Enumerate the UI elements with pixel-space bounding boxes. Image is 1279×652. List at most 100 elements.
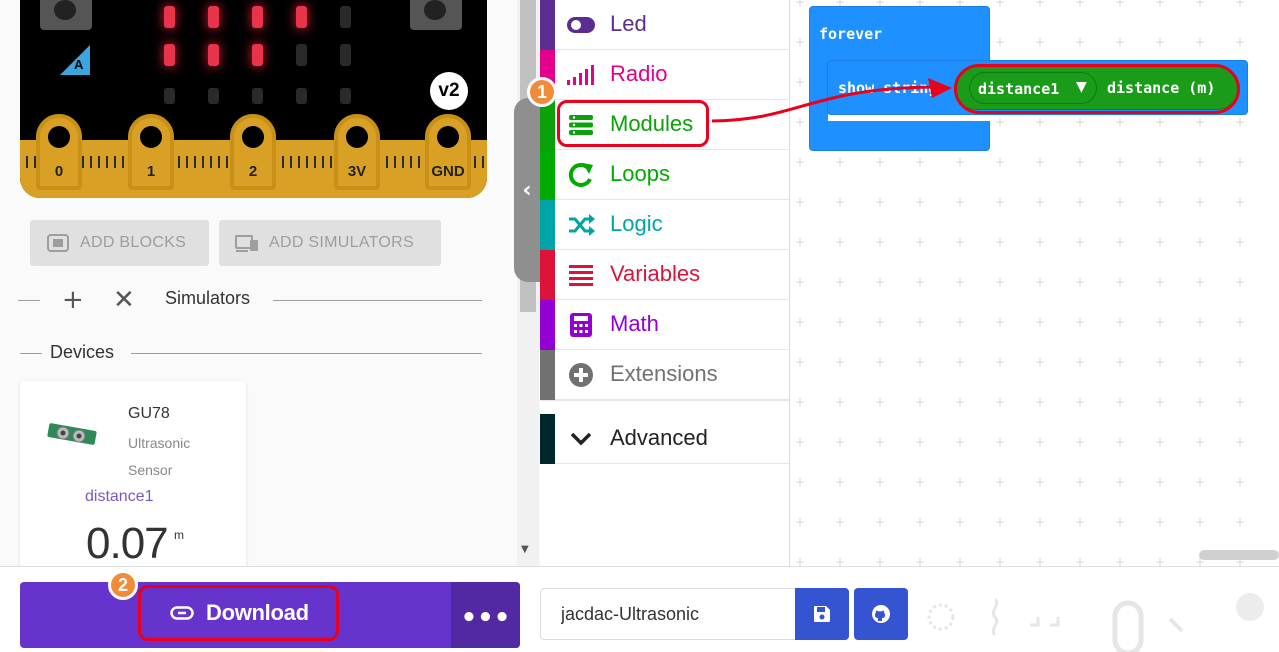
toolbox-category-variables[interactable]: Variables [540,250,790,300]
toolbox-category-extensions[interactable]: Extensions [540,350,790,400]
footer-decoration [927,593,1264,652]
category-color-bar [540,350,555,400]
toolbox-category-loops[interactable]: Loops [540,150,790,200]
led-2-4 [340,88,351,104]
led-1-3 [296,44,307,66]
devices-icon [235,235,258,252]
led-0-4 [340,6,351,28]
led-1-2 [252,44,263,66]
github-button[interactable] [854,588,908,640]
device-name: GU78 [128,405,170,422]
category-label: Variables [610,261,701,286]
device-card[interactable]: GU78 Ultrasonic Sensor distance1 0.07 m [20,381,246,566]
simulators-toolbar: + ✕ Simulators [18,286,488,314]
divider [18,300,40,301]
modules-highlight [557,100,709,147]
led-0-2 [252,6,263,28]
show-string-label: show string [838,79,938,97]
led-2-1 [208,88,219,104]
add-blocks-label: ADD BLOCKS [80,234,187,251]
category-label: Logic [610,211,663,236]
distance-unit: m [174,528,184,542]
category-label: Led [610,11,647,36]
led-0-0 [164,6,175,28]
category-color-bar [540,250,555,300]
divider [131,353,482,354]
led-1-4 [340,44,351,66]
download-highlight [138,585,339,641]
category-label: Loops [610,161,670,186]
add-simulators-button[interactable]: ADD SIMULATORS [219,220,441,266]
button-b[interactable] [410,0,462,30]
pin-1[interactable]: 1 [128,114,174,190]
category-label: Math [610,311,659,336]
step-badge-1: 1 [527,77,557,107]
led-0-1 [208,6,219,28]
plus-circle-icon [566,362,596,388]
distance-reading: 0.07 [86,519,169,566]
plus-icon[interactable]: + [62,287,84,313]
board-version-badge: v2 [430,72,468,110]
category-color-bar [540,414,555,464]
toolbox-category-led[interactable]: Led [540,0,790,50]
pin-0[interactable]: 0 [36,114,82,190]
scroll-down-arrow[interactable]: ▼ [521,544,529,555]
github-icon [872,605,890,623]
led-2-0 [164,88,175,104]
pin-2[interactable]: 2 [230,114,276,190]
device-role-link[interactable]: distance1 [85,488,154,506]
shuffle-icon [566,212,596,238]
button-a[interactable] [40,0,92,30]
toolbox-category-logic[interactable]: Logic [540,200,790,250]
pin-gnd[interactable]: GND [425,114,471,190]
more-options-button[interactable]: ••• [451,582,520,648]
save-button[interactable] [795,588,849,640]
ultrasonic-sensor-icon [47,423,97,445]
collapse-simulator-button[interactable]: ‹ [514,98,540,282]
close-icon[interactable]: ✕ [113,287,135,313]
toolbox-separator [540,400,790,406]
category-color-bar [540,0,555,50]
calculator-icon [566,312,596,338]
category-label: Extensions [610,361,718,386]
chevron-down-icon [566,426,596,452]
category-color-bar [540,150,555,200]
toolbox-category-advanced[interactable]: Advanced [540,414,790,464]
step-badge-2: 2 [108,570,138,600]
device-description: Ultrasonic Sensor [128,435,191,478]
distance-block-highlight [954,64,1240,114]
simulator-panel: A v2 0 1 2 3V GND ADD BLOCKS ADD SIMULAT… [0,0,517,566]
toggle-icon [566,12,596,38]
category-label: Radio [610,61,668,86]
loop-icon [566,162,596,188]
led-1-0 [164,44,175,66]
signal-icon [566,62,596,88]
save-icon [814,606,830,622]
block-toolbox: Led Radio Modules Loops Logic Variables Math Ex… [540,0,790,566]
category-color-bar [540,100,555,150]
category-color-bar [540,200,555,250]
workspace-scrollbar[interactable] [1199,550,1279,560]
microbit-board[interactable]: A v2 0 1 2 3V GND [20,0,487,198]
led-0-3 [296,6,307,28]
divider [20,353,42,354]
blocks-icon [47,234,69,252]
led-1-1 [208,44,219,66]
list-icon [566,262,596,288]
toolbox-category-math[interactable]: Math [540,300,790,350]
toolbox-category-radio[interactable]: Radio [540,50,790,100]
devices-heading: Devices [50,342,115,362]
simulators-heading: Simulators [165,288,251,308]
button-a-label: A [60,45,90,75]
led-2-2 [252,88,263,104]
forever-label: forever [819,25,883,43]
led-2-3 [296,88,307,104]
pin-3v[interactable]: 3V [334,114,380,190]
divider [273,300,482,301]
category-color-bar [540,300,555,350]
chevron-left-icon: ‹ [522,177,532,203]
category-label: Advanced [610,425,708,450]
add-simulators-label: ADD SIMULATORS [269,234,414,251]
project-name-input[interactable] [540,588,796,640]
add-blocks-button[interactable]: ADD BLOCKS [30,220,209,266]
